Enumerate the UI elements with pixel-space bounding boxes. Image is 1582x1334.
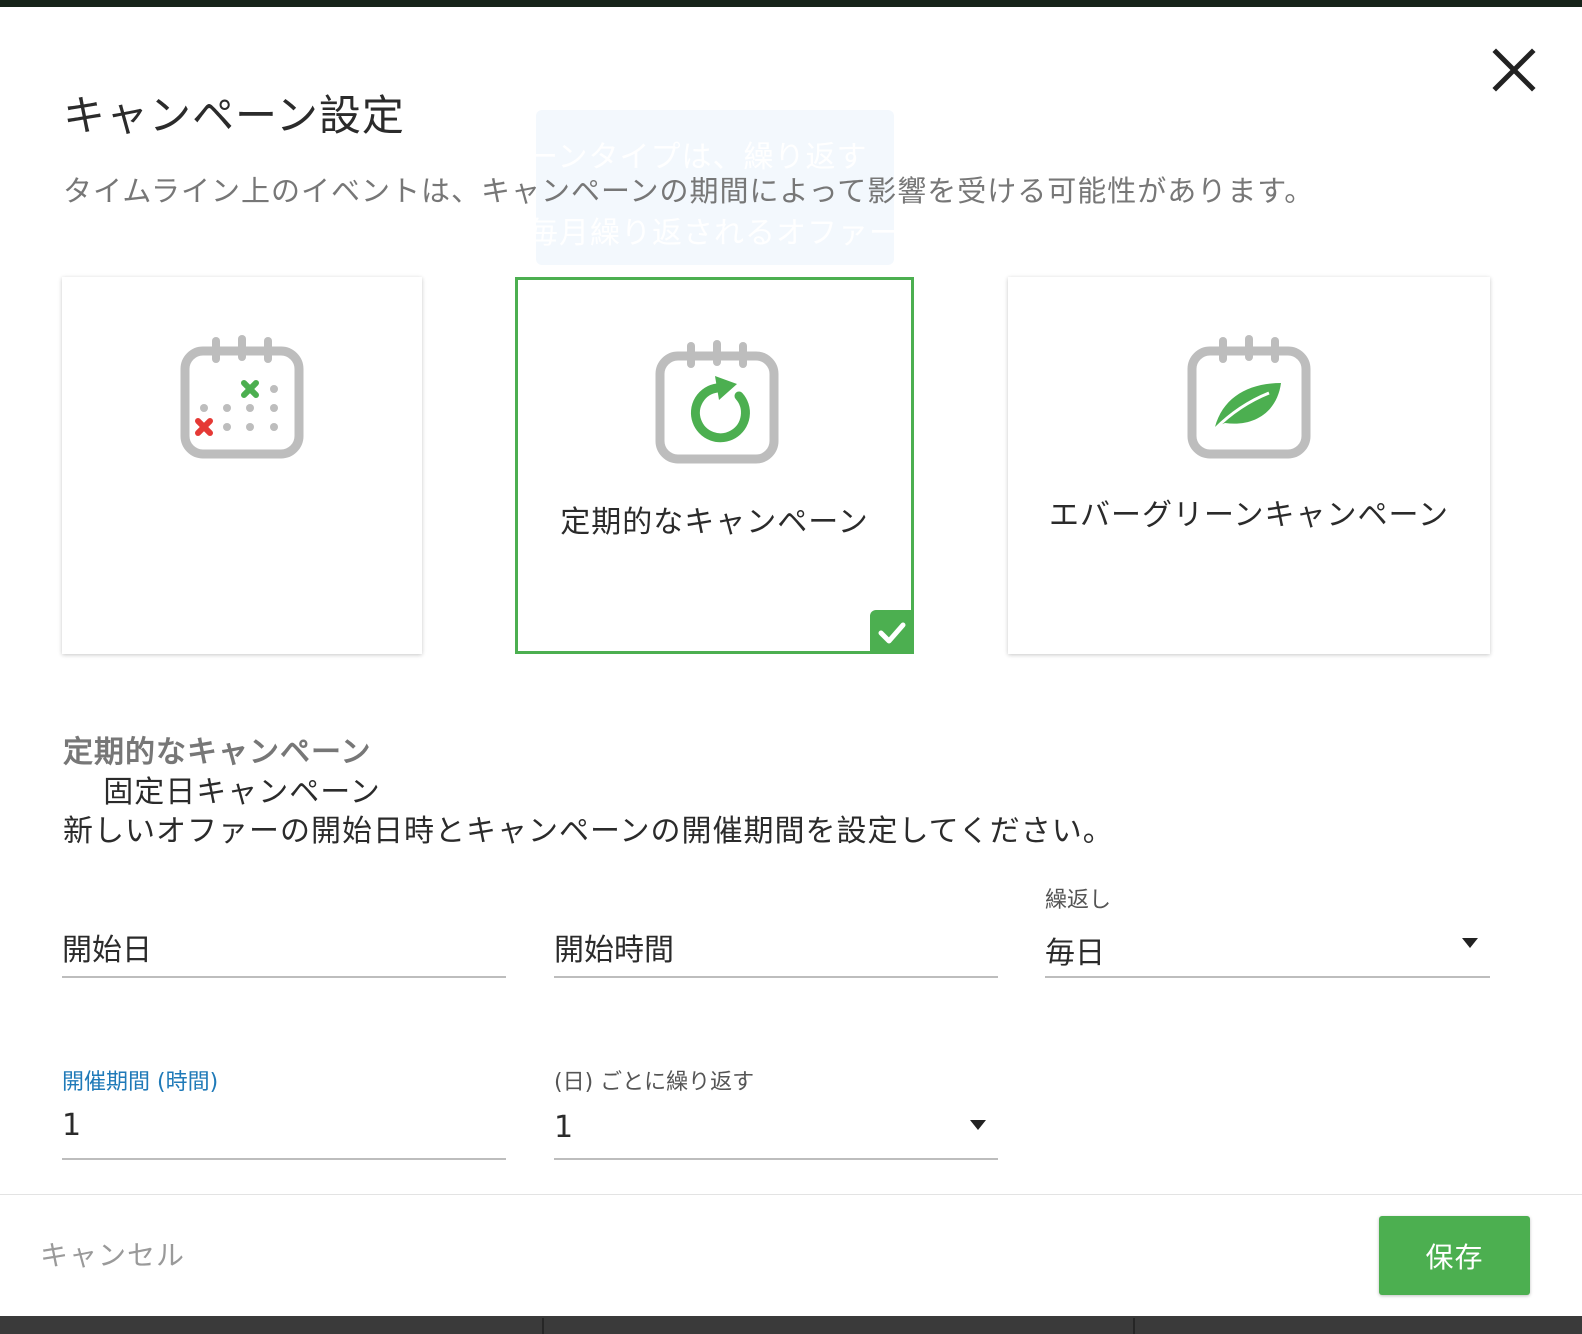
- repeat-every-days-select[interactable]: (日) ごとに繰り返す 1: [554, 1070, 998, 1160]
- repeat-value: 毎日: [1045, 936, 1105, 971]
- duration-value: 1: [62, 1108, 82, 1143]
- tooltip-line-2: 毎月繰り返されるオファー: [536, 216, 894, 251]
- close-icon: [1492, 48, 1536, 92]
- save-button[interactable]: 保存: [1379, 1216, 1530, 1295]
- duration-hours-field[interactable]: 開催期間 (時間) 1: [62, 1070, 506, 1160]
- dialog-subtitle: タイムライン上のイベントは、キャンペーンの期間によって影響を受ける可能性がありま…: [63, 174, 1315, 208]
- campaign-type-card-fixed-date[interactable]: 固定日キャンペーン: [62, 277, 422, 810]
- dropdown-caret-icon: [1462, 938, 1478, 948]
- repeat-select[interactable]: 繰返し 毎日: [1045, 888, 1490, 978]
- campaign-type-label: 固定日キャンペーン: [103, 775, 381, 810]
- calendar-fixed-date-icon: [180, 335, 304, 459]
- strip-divider: [1133, 1318, 1135, 1334]
- footer-divider: [0, 1194, 1582, 1195]
- start-time-field[interactable]: 開始時間: [554, 918, 998, 978]
- campaign-type-label: 定期的なキャンペーン: [560, 505, 869, 540]
- selected-check-badge: [870, 610, 914, 654]
- repeat-every-value: 1: [554, 1110, 574, 1145]
- bottom-window-strip: [0, 1316, 1582, 1334]
- close-button[interactable]: [1488, 44, 1540, 96]
- section-instructions: 新しいオファーの開始日時とキャンペーンの開催期間を設定してください。: [63, 814, 1114, 849]
- section-title: 定期的なキャンペーン: [63, 735, 372, 770]
- cancel-button[interactable]: キャンセル: [40, 1234, 185, 1274]
- repeat-every-label: (日) ごとに繰り返す: [554, 1070, 755, 1095]
- repeat-label: 繰返し: [1045, 888, 1112, 913]
- campaign-type-label: エバーグリーンキャンペーン: [1049, 498, 1449, 533]
- campaign-type-card-recurring[interactable]: 定期的なキャンペーン: [515, 277, 914, 654]
- calendar-leaf-icon: [1187, 335, 1311, 459]
- calendar-recurring-icon: [655, 340, 779, 464]
- top-window-strip: [0, 0, 1582, 7]
- dropdown-caret-icon: [970, 1120, 986, 1130]
- strip-divider: [542, 1318, 544, 1334]
- start-date-field[interactable]: 開始日: [62, 918, 506, 978]
- dialog-title: キャンペーン設定: [63, 91, 405, 140]
- duration-label: 開催期間 (時間): [62, 1070, 219, 1095]
- start-time-placeholder: 開始時間: [554, 933, 674, 968]
- campaign-type-card-evergreen[interactable]: エバーグリーンキャンペーン: [1008, 277, 1490, 654]
- start-date-placeholder: 開始日: [62, 933, 152, 968]
- check-icon: [878, 622, 906, 644]
